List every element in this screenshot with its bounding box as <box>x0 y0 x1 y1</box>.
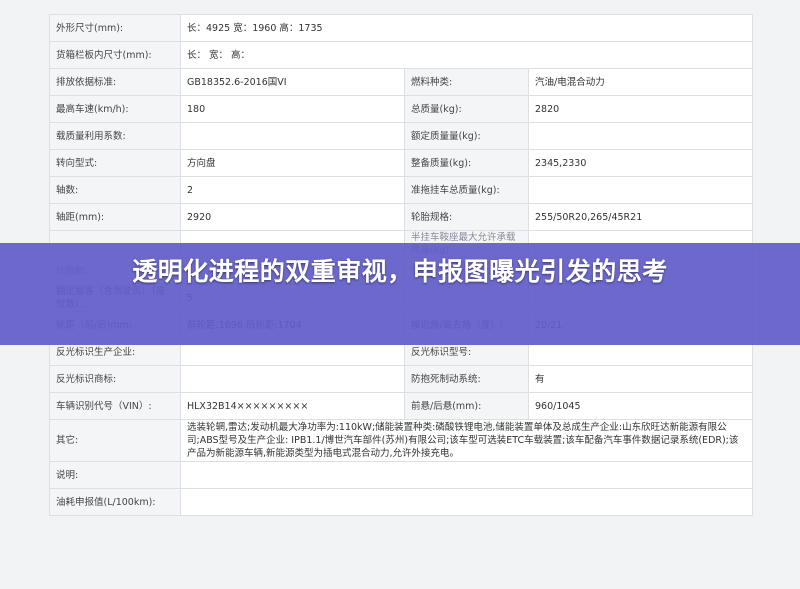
spec-label: 燃料种类: <box>404 68 529 96</box>
spec-value: 方向盘 <box>180 149 405 177</box>
spec-label: 车辆识别代号（VIN）: <box>49 392 181 420</box>
spec-label: 载质量利用系数: <box>49 122 181 150</box>
spec-label: 外形尺寸(mm): <box>49 14 181 42</box>
spec-label: 整备质量(kg): <box>404 149 529 177</box>
spec-label: 轮胎规格: <box>404 203 529 231</box>
spec-label: 说明: <box>49 461 181 489</box>
spec-row: 说明: <box>49 461 754 489</box>
spec-label: 轴数: <box>49 176 181 204</box>
spec-row: 轴数: 2 准拖挂车总质量(kg): <box>49 176 754 204</box>
spec-value: 255/50R20,265/45R21 <box>527 203 754 231</box>
spec-label: 轴距(mm): <box>49 203 181 231</box>
spec-value: 汽油/电混合动力 <box>527 68 754 96</box>
spec-row: 载质量利用系数: 额定质量量(kg): <box>49 122 754 150</box>
spec-value: 180 <box>180 95 405 123</box>
spec-label: 最高车速(km/h): <box>49 95 181 123</box>
spec-value <box>180 365 405 393</box>
spec-value: 960/1045 <box>527 392 754 420</box>
spec-value: 长：4925 宽：1960 高：1735 <box>179 14 754 42</box>
spec-value: 2820 <box>527 95 754 123</box>
spec-label: 排放依据标准: <box>49 68 181 96</box>
banner-title: 透明化进程的双重审视，申报图曝光引发的思考 <box>132 257 668 286</box>
spec-row: 其它: 选装轮辋,雷达;发动机最大净功率为:110kW;储能装置种类:磷酸铁锂电池… <box>49 419 754 462</box>
spec-label: 反光标识商标: <box>49 365 181 393</box>
spec-row: 车辆识别代号（VIN）: HLX32B14××××××××× 前悬/后悬(mm): 9… <box>49 392 754 420</box>
spec-row: 货箱栏板内尺寸(mm): 长： 宽： 高： <box>49 41 754 69</box>
spec-row: 转向型式: 方向盘 整备质量(kg): 2345,2330 <box>49 149 754 177</box>
spec-label: 其它: <box>49 419 181 462</box>
spec-value: 2 <box>180 176 405 204</box>
spec-row: 轴距(mm): 2920 轮胎规格: 255/50R20,265/45R21 <box>49 203 754 231</box>
spec-value: 2920 <box>180 203 405 231</box>
spec-value: 选装轮辋,雷达;发动机最大净功率为:110kW;储能装置种类:磷酸铁锂电池,储能… <box>179 419 754 462</box>
spec-value <box>527 176 754 204</box>
spec-label: 额定质量量(kg): <box>404 122 529 150</box>
spec-value: GB18352.6-2016国VI <box>180 68 405 96</box>
spec-value: 2345,2330 <box>527 149 754 177</box>
spec-value: HLX32B14××××××××× <box>180 392 405 420</box>
spec-label: 准拖挂车总质量(kg): <box>404 176 529 204</box>
spec-value <box>527 122 754 150</box>
spec-row: 排放依据标准: GB18352.6-2016国VI 燃料种类: 汽油/电混合动力 <box>49 68 754 96</box>
spec-row: 外形尺寸(mm): 长：4925 宽：1960 高：1735 <box>49 14 754 42</box>
spec-row: 最高车速(km/h): 180 总质量(kg): 2820 <box>49 95 754 123</box>
spec-row: 反光标识商标: 防抱死制动系统: 有 <box>49 365 754 393</box>
spec-label: 货箱栏板内尺寸(mm): <box>49 41 181 69</box>
spec-value <box>179 461 754 489</box>
spec-value <box>180 122 405 150</box>
spec-label: 防抱死制动系统: <box>404 365 529 393</box>
spec-row: 油耗申报值(L/100km): <box>49 488 754 516</box>
spec-label: 油耗申报值(L/100km): <box>49 488 181 516</box>
spec-label: 总质量(kg): <box>404 95 529 123</box>
spec-value: 长： 宽： 高： <box>179 41 754 69</box>
spec-label: 前悬/后悬(mm): <box>404 392 529 420</box>
spec-value <box>179 488 754 516</box>
spec-label: 转向型式: <box>49 149 181 177</box>
spec-value: 有 <box>527 365 754 393</box>
